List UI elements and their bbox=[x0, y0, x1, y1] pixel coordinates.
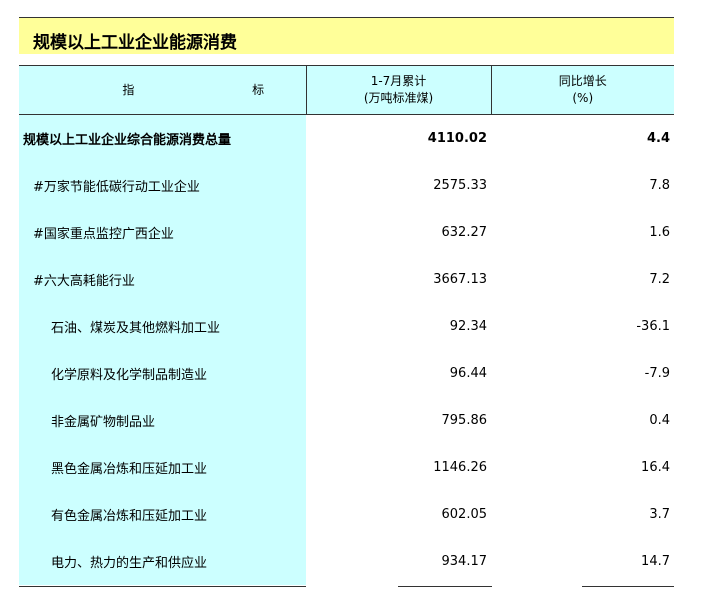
row-growth: 4.4 bbox=[646, 130, 670, 146]
row-growth: 1.6 bbox=[649, 224, 670, 240]
table-bottom-rule-middle bbox=[398, 586, 492, 587]
header-cumulative-line2: (万吨标准煤) bbox=[363, 91, 434, 105]
row-value: 934.17 bbox=[441, 553, 488, 569]
row-label: #六大高耗能行业 bbox=[19, 255, 306, 303]
table-bottom-rule-left bbox=[19, 586, 306, 587]
row-growth: 3.7 bbox=[649, 506, 670, 522]
row-label: 化学原料及化学制品制造业 bbox=[19, 349, 306, 397]
row-growth: 14.7 bbox=[641, 553, 670, 569]
row-label: #国家重点监控广西企业 bbox=[19, 208, 306, 256]
table-row: 有色金属冶炼和压延加工业 602.05 3.7 bbox=[19, 490, 674, 538]
row-value: 3667.13 bbox=[433, 271, 487, 287]
table-row: 化学原料及化学制品制造业 96.44 -7.9 bbox=[19, 349, 674, 397]
row-growth: -7.9 bbox=[644, 365, 670, 381]
page-title: 规模以上工业企业能源消费 bbox=[33, 33, 237, 53]
table-row: #万家节能低碳行动工业企业 2575.33 7.8 bbox=[19, 161, 674, 209]
table-row: 非金属矿物制品业 795.86 0.4 bbox=[19, 396, 674, 444]
header-growth-line1: 同比增长 bbox=[558, 74, 607, 88]
row-value: 96.44 bbox=[449, 365, 487, 381]
table-title-bar: 规模以上工业企业能源消费 bbox=[19, 17, 674, 54]
row-value: 92.34 bbox=[449, 318, 487, 334]
table-row: #六大高耗能行业 3667.13 7.2 bbox=[19, 255, 674, 303]
table-row: 石油、煤炭及其他燃料加工业 92.34 -36.1 bbox=[19, 302, 674, 350]
row-label: 黑色金属冶炼和压延加工业 bbox=[19, 443, 306, 491]
row-growth: -36.1 bbox=[636, 318, 670, 334]
table-header-row: 指 标 1-7月累计 (万吨标准煤) 同比增长 (%) bbox=[19, 65, 674, 115]
row-value: 602.05 bbox=[441, 506, 488, 522]
row-value: 2575.33 bbox=[433, 177, 487, 193]
header-cumulative-line1: 1-7月累计 bbox=[370, 74, 427, 88]
row-label: 非金属矿物制品业 bbox=[19, 396, 306, 444]
header-indicator-left: 指 bbox=[122, 82, 135, 97]
table-row: 规模以上工业企业综合能源消费总量 4110.02 4.4 bbox=[19, 114, 674, 162]
row-growth: 7.8 bbox=[649, 177, 670, 193]
row-value: 4110.02 bbox=[427, 130, 487, 146]
row-growth: 7.2 bbox=[649, 271, 670, 287]
table-row: #国家重点监控广西企业 632.27 1.6 bbox=[19, 208, 674, 256]
row-value: 795.86 bbox=[441, 412, 488, 428]
table-row: 电力、热力的生产和供应业 934.17 14.7 bbox=[19, 537, 674, 585]
row-value: 1146.26 bbox=[433, 459, 487, 475]
row-label: 有色金属冶炼和压延加工业 bbox=[19, 490, 306, 538]
row-label: 石油、煤炭及其他燃料加工业 bbox=[19, 302, 306, 350]
row-label: #万家节能低碳行动工业企业 bbox=[19, 161, 306, 209]
header-indicator-right: 标 bbox=[252, 82, 265, 97]
header-indicator: 指 标 bbox=[19, 65, 307, 115]
header-cumulative: 1-7月累计 (万吨标准煤) bbox=[306, 65, 492, 115]
row-label: 电力、热力的生产和供应业 bbox=[19, 537, 306, 585]
row-growth: 0.4 bbox=[649, 412, 670, 428]
header-growth: 同比增长 (%) bbox=[491, 65, 674, 115]
row-label: 规模以上工业企业综合能源消费总量 bbox=[19, 114, 306, 162]
energy-table: 指 标 1-7月累计 (万吨标准煤) 同比增长 (%) 规模以上工业企业综合能源… bbox=[19, 65, 674, 585]
row-value: 632.27 bbox=[441, 224, 488, 240]
table-bottom-rule-right bbox=[582, 586, 674, 587]
table-row: 黑色金属冶炼和压延加工业 1146.26 16.4 bbox=[19, 443, 674, 491]
header-growth-line2: (%) bbox=[572, 91, 594, 105]
row-growth: 16.4 bbox=[641, 459, 670, 475]
